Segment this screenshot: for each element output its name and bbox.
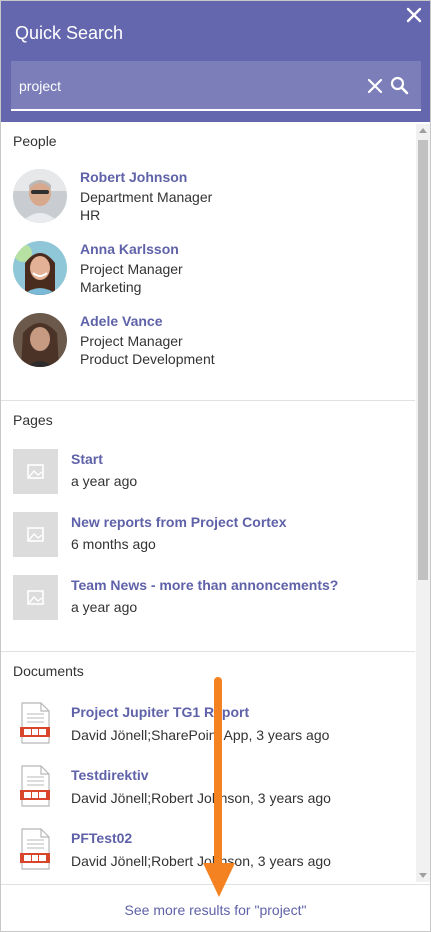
page-modified: a year ago: [71, 473, 138, 489]
search-icon[interactable]: [390, 76, 409, 95]
person-department: HR: [80, 207, 101, 223]
pages-section: Pages Start a year ago New reports from …: [1, 401, 415, 651]
person-role: Project Manager: [80, 333, 183, 349]
clear-icon[interactable]: [366, 77, 384, 95]
person-name[interactable]: Adele Vance: [80, 313, 163, 329]
results-list: People Robert Johnson Department Manager…: [1, 122, 430, 884]
documents-section-title: Documents: [13, 663, 84, 679]
page-thumbnail-image-icon: [13, 449, 58, 494]
document-file-icon: [18, 765, 52, 807]
person-role: Department Manager: [80, 189, 213, 205]
people-section-title: People: [13, 133, 57, 149]
person-result[interactable]: Robert Johnson Department Manager HR: [13, 169, 408, 229]
search-box: [11, 61, 421, 111]
document-meta: David Jönell;Robert Johnson, 3 years ago: [71, 790, 331, 806]
document-result[interactable]: PFTest02 David Jönell;Robert Johnson, 3 …: [13, 828, 408, 878]
document-file-icon: [18, 828, 52, 870]
person-role: Project Manager: [80, 261, 183, 277]
documents-section: Documents Project Jupiter TG1 Report Dav…: [1, 652, 415, 884]
panel-title: Quick Search: [15, 23, 124, 43]
person-name[interactable]: Robert Johnson: [80, 169, 187, 185]
document-title[interactable]: Testdirektiv: [71, 767, 149, 783]
page-modified: 6 months ago: [71, 536, 156, 552]
person-result[interactable]: Adele Vance Project Manager Product Deve…: [13, 313, 408, 373]
page-result[interactable]: Team News - more than annoncements? a ye…: [13, 575, 408, 621]
results-scrollbar[interactable]: [416, 124, 430, 882]
close-icon[interactable]: [404, 5, 424, 25]
document-result[interactable]: Project Jupiter TG1 Report David Jönell;…: [13, 702, 408, 752]
page-title[interactable]: Start: [71, 451, 103, 467]
document-meta: David Jönell;Robert Johnson, 3 years ago: [71, 853, 331, 869]
scroll-up-arrow-icon[interactable]: [419, 128, 427, 133]
page-result[interactable]: New reports from Project Cortex 6 months…: [13, 512, 408, 558]
page-thumbnail-image-icon: [13, 512, 58, 557]
page-result[interactable]: Start a year ago: [13, 449, 408, 495]
search-input[interactable]: [19, 73, 349, 99]
avatar: [13, 169, 67, 223]
page-modified: a year ago: [71, 599, 138, 615]
person-name[interactable]: Anna Karlsson: [80, 241, 179, 257]
results-footer: See more results for "project": [1, 884, 430, 931]
avatar: [13, 313, 67, 367]
people-section: People Robert Johnson Department Manager…: [1, 122, 415, 400]
pages-section-title: Pages: [13, 412, 53, 428]
person-department: Marketing: [80, 279, 142, 295]
scroll-down-arrow-icon[interactable]: [419, 873, 427, 878]
page-title[interactable]: Team News - more than annoncements?: [71, 577, 338, 593]
document-result[interactable]: Testdirektiv David Jönell;Robert Johnson…: [13, 765, 408, 815]
person-department: Product Development: [80, 351, 215, 367]
see-more-results-link[interactable]: See more results for "project": [1, 902, 430, 918]
document-meta: David Jönell;SharePoint App, 3 years ago: [71, 727, 330, 743]
document-title[interactable]: PFTest02: [71, 830, 132, 846]
avatar: [13, 241, 67, 295]
scrollbar-thumb[interactable]: [418, 140, 428, 580]
document-file-icon: [18, 702, 52, 744]
quick-search-panel: Quick Search People: [0, 0, 431, 932]
page-title[interactable]: New reports from Project Cortex: [71, 514, 287, 530]
person-result[interactable]: Anna Karlsson Project Manager Marketing: [13, 241, 408, 301]
page-thumbnail-image-icon: [13, 575, 58, 620]
document-title[interactable]: Project Jupiter TG1 Report: [71, 704, 249, 720]
quick-search-header: Quick Search: [1, 1, 430, 122]
